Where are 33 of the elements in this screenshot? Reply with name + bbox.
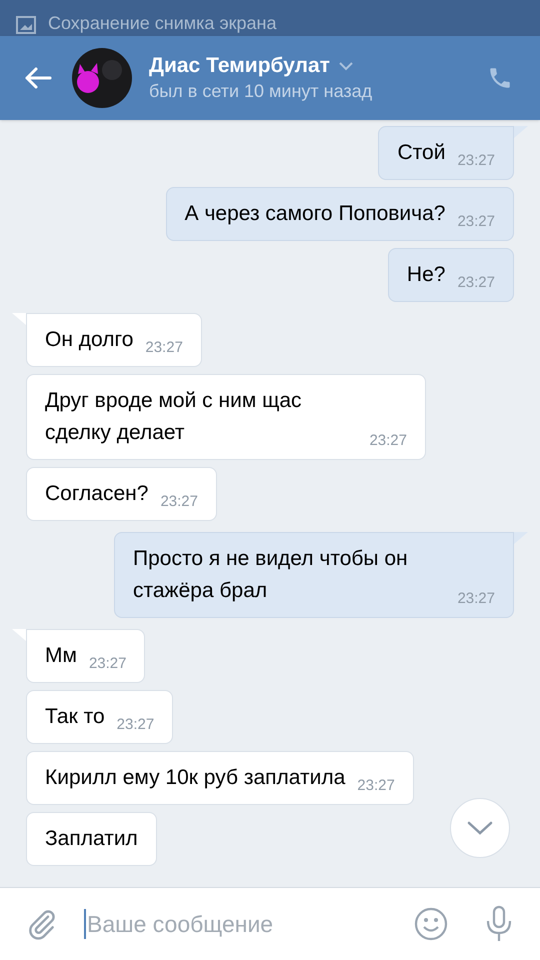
message-text: Он долго [45, 327, 134, 353]
back-arrow-icon [24, 66, 52, 90]
message-time: 23:27 [116, 715, 154, 735]
message-time: 23:27 [457, 212, 495, 232]
microphone-icon[interactable] [484, 905, 514, 943]
message-time: 23:27 [457, 589, 495, 609]
screenshot-icon [16, 16, 36, 34]
message-text: Кирилл ему 10к руб заплатила [45, 765, 346, 791]
message-text: Заплатил [45, 826, 138, 852]
message-text: Не? [406, 262, 446, 288]
message-text: Друг вроде мой с ним щас сделку делает [45, 388, 303, 446]
notification-text: Сохранение снимка экрана [48, 12, 276, 34]
message-text: Мм [45, 643, 77, 669]
message-time: 23:27 [457, 273, 495, 293]
smiley-icon[interactable] [414, 907, 448, 941]
message-text: Стой [397, 140, 446, 166]
message-time: 23:27 [160, 492, 198, 512]
message-text: Так то [45, 704, 105, 730]
message-text: Просто я не видел чтобы он стажёра брал [133, 546, 409, 604]
message-time: 23:27 [145, 338, 183, 358]
message-time: 23:27 [457, 151, 495, 171]
message-time: 23:27 [357, 776, 395, 796]
message-time: 23:27 [369, 431, 407, 451]
message-composer[interactable]: Ваше сообщение [0, 887, 540, 960]
message-input[interactable]: Ваше сообщение [84, 909, 414, 939]
message-time: 23:27 [88, 654, 126, 674]
chevron-down-icon [338, 61, 354, 71]
contact-name[interactable]: Диас Темирбулат [149, 53, 330, 79]
last-seen-status: был в сети 10 минут назад [149, 80, 374, 103]
avatar[interactable] [72, 48, 132, 108]
message-text: Согласен? [45, 481, 148, 507]
message-text: А через самого Поповича? [184, 201, 446, 227]
chevron-down-icon [467, 821, 493, 835]
